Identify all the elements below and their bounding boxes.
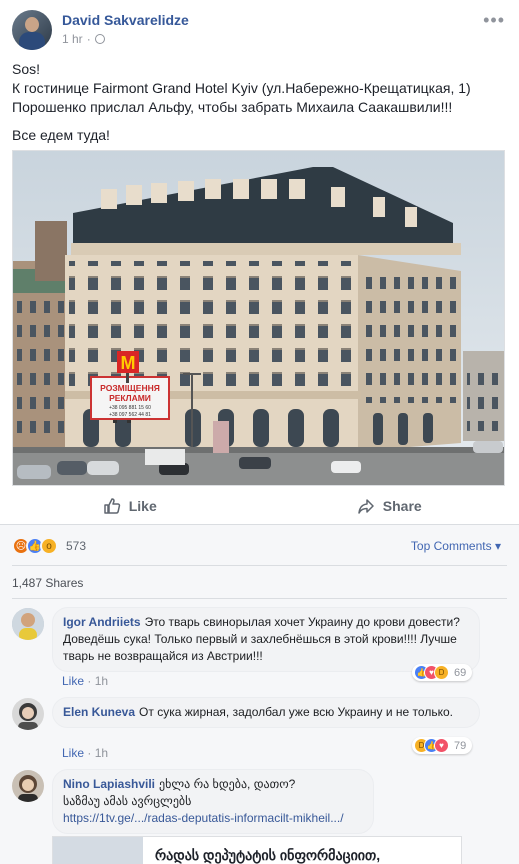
post-meta: 1 hr · bbox=[62, 32, 105, 46]
wow-reaction-icon: o bbox=[40, 537, 58, 555]
divider bbox=[12, 565, 507, 566]
comment-text: ეხლა რა ხდება, დათო? bbox=[159, 777, 296, 791]
more-options-icon[interactable]: ••• bbox=[483, 10, 505, 31]
caret-down-icon: ▾ bbox=[494, 539, 501, 553]
comment-text: საზმაუ ამას ავრცლებს bbox=[63, 794, 192, 808]
share-button[interactable]: Share bbox=[260, 488, 519, 524]
comment-reaction-count: 79 bbox=[454, 739, 467, 752]
comment-avatar[interactable] bbox=[12, 770, 44, 802]
comment-reaction-count: 69 bbox=[454, 666, 467, 679]
billboard-subtitle: РЕКЛАМИ bbox=[109, 393, 151, 403]
comment-like-link[interactable]: Like bbox=[62, 746, 84, 760]
comment-link[interactable]: https://1tv.ge/.../radas-deputatis-infor… bbox=[63, 810, 363, 827]
like-button[interactable]: Like bbox=[0, 488, 260, 524]
post-line: Sos! bbox=[12, 61, 41, 77]
post-text: Sos! К гостинице Fairmont Grand Hotel Ky… bbox=[12, 60, 508, 145]
billboard-phone: +38 095 881 15 60 bbox=[109, 405, 151, 411]
mcdonalds-logo: M bbox=[121, 353, 136, 373]
post-photo[interactable]: РОЗМІЩЕННЯ РЕКЛАМИ +38 095 881 15 60 +38… bbox=[12, 150, 505, 486]
comment-time[interactable]: 1h bbox=[95, 674, 108, 688]
thumbs-up-icon bbox=[103, 497, 121, 515]
separator: · bbox=[86, 32, 91, 46]
author-name[interactable]: David Sakvarelidze bbox=[62, 12, 189, 28]
post-actions: Like Share bbox=[0, 488, 519, 524]
comment-avatar[interactable] bbox=[12, 698, 44, 730]
comment-reactions[interactable]: D 👍 ♥ 79 bbox=[412, 737, 473, 754]
comment-meta: Like · 1h bbox=[62, 674, 108, 688]
comment-time[interactable]: 1h bbox=[95, 746, 108, 760]
post-line: Все едем туда! bbox=[12, 127, 110, 143]
comment-author[interactable]: Nino Lapiashvili bbox=[63, 777, 155, 791]
top-comments-label: Top Comments bbox=[410, 539, 492, 553]
divider bbox=[12, 598, 507, 599]
comment-bubble: Nino Lapiashvili ეხლა რა ხდება, დათო? საზ… bbox=[52, 769, 374, 834]
hotel-photo: РОЗМІЩЕННЯ РЕКЛАМИ +38 095 881 15 60 +38… bbox=[13, 151, 504, 485]
comment-author[interactable]: Igor Andriiets bbox=[63, 615, 141, 629]
like-label: Like bbox=[128, 498, 157, 514]
post-line: Порошенко прислал Альфу, чтобы забрать М… bbox=[12, 99, 453, 115]
link-preview-title: რადას დეპუტატის ინფორმაციით, bbox=[155, 847, 381, 863]
comment-meta: Like · 1h bbox=[62, 746, 108, 760]
comment-text: От сука жирная, задолбал уже всю Украину… bbox=[139, 705, 453, 719]
share-arrow-icon bbox=[357, 497, 375, 515]
comment-author[interactable]: Elen Kuneva bbox=[63, 705, 135, 719]
billboard-phone: +38 097 562 44 81 bbox=[109, 412, 151, 418]
reaction-count: 573 bbox=[66, 539, 87, 553]
billboard-title: РОЗМІЩЕННЯ bbox=[100, 383, 160, 393]
post-time[interactable]: 1 hr bbox=[62, 32, 83, 46]
comment-bubble: Igor Andriiets Это тварь свинорылая хочет… bbox=[52, 607, 480, 672]
link-preview-card[interactable]: რადას დეპუტატის ინფორმაციით, bbox=[52, 836, 462, 864]
comment-bubble: Elen Kuneva От сука жирная, задолбал уже … bbox=[52, 697, 480, 728]
comment-reactions[interactable]: 👍 ♥ D 69 bbox=[412, 664, 473, 681]
shares-count[interactable]: 1,487 Shares bbox=[12, 576, 83, 590]
comment-like-link[interactable]: Like bbox=[62, 674, 84, 688]
comment-avatar[interactable] bbox=[12, 608, 44, 640]
share-label: Share bbox=[382, 498, 422, 514]
link-preview-image bbox=[53, 837, 143, 864]
love-reaction-icon: ♥ bbox=[434, 738, 449, 753]
globe-icon bbox=[94, 34, 105, 44]
author-avatar[interactable] bbox=[12, 10, 52, 50]
post-card: David Sakvarelidze 1 hr · ••• Sos! К гос… bbox=[0, 0, 519, 864]
separator: · bbox=[87, 746, 95, 760]
separator: · bbox=[87, 674, 95, 688]
reactions-summary[interactable]: ☹ 👍 o 573 bbox=[12, 537, 86, 555]
top-comments-dropdown[interactable]: Top Comments ▾ bbox=[411, 539, 501, 553]
haha-reaction-icon: D bbox=[434, 665, 449, 680]
post-line: К гостинице Fairmont Grand Hotel Kyiv (у… bbox=[12, 80, 471, 96]
